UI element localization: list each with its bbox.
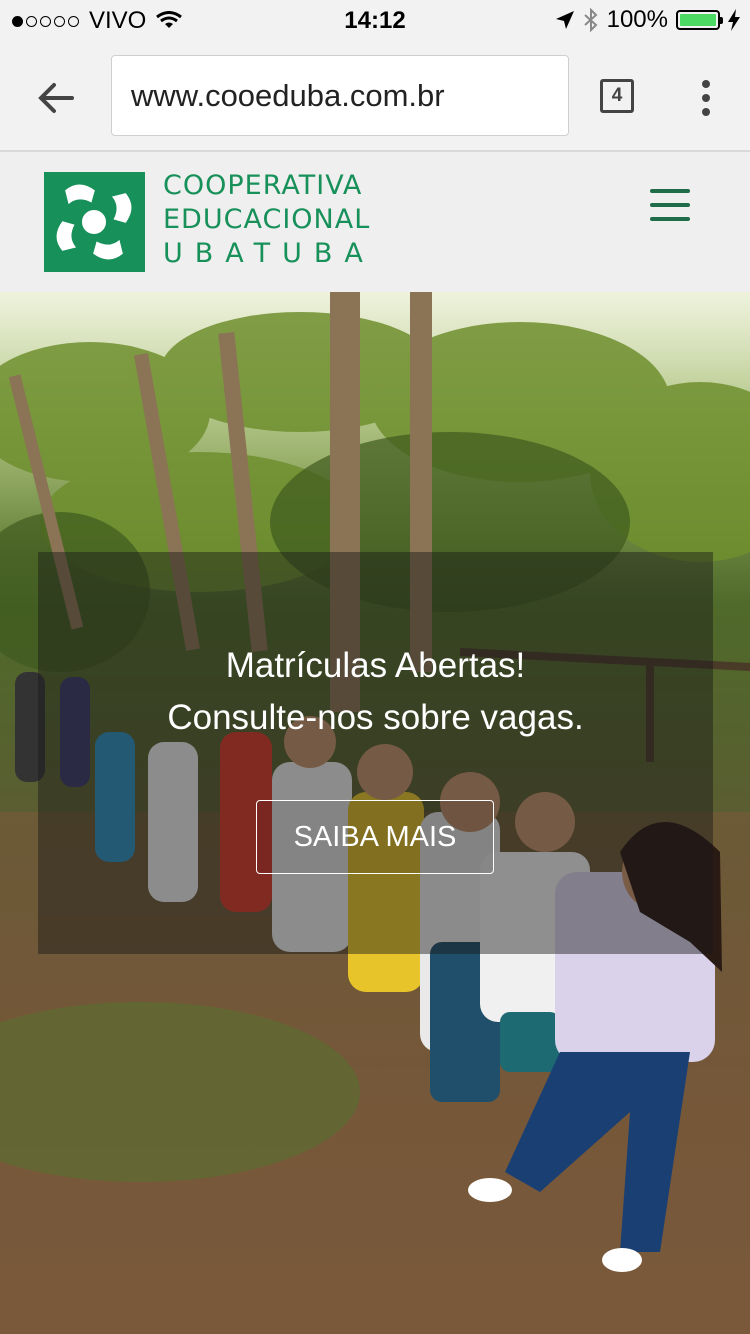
hamburger-menu-icon[interactable] [650,189,690,221]
back-arrow-icon[interactable] [34,76,78,120]
logo-text[interactable]: COOPERATIVA EDUCACIONAL UBATUBA [163,169,375,271]
tabs-icon[interactable]: 4 [600,79,634,113]
url-input[interactable]: www.cooeduba.com.br [111,55,569,136]
logo-line-1: COOPERATIVA [163,170,363,201]
saiba-mais-button[interactable]: SAIBA MAIS [256,800,494,874]
bluetooth-icon [583,8,598,32]
hero-headline: Matrículas Abertas! Consulte-nos sobre v… [38,640,713,744]
logo-hands-icon[interactable] [44,172,145,272]
site-header: COOPERATIVA EDUCACIONAL UBATUBA [0,152,750,292]
headline-line-2: Consulte-nos sobre vagas. [167,698,584,737]
battery-icon [676,10,723,30]
charging-bolt-icon [728,9,740,31]
headline-line-1: Matrículas Abertas! [225,646,526,685]
logo-line-2: EDUCACIONAL [163,204,371,235]
location-arrow-icon [555,11,574,29]
status-bar: VIVO 14:12 100% [0,0,750,40]
status-right: 100% [555,6,740,34]
more-vert-icon[interactable] [692,76,720,120]
browser-toolbar: www.cooeduba.com.br 4 [0,40,750,152]
logo-line-3: UBATUBA [163,238,375,269]
battery-percent: 100% [606,6,668,33]
hero-banner: Matrículas Abertas! Consulte-nos sobre v… [0,292,750,1334]
hero-overlay-box: Matrículas Abertas! Consulte-nos sobre v… [38,552,713,954]
